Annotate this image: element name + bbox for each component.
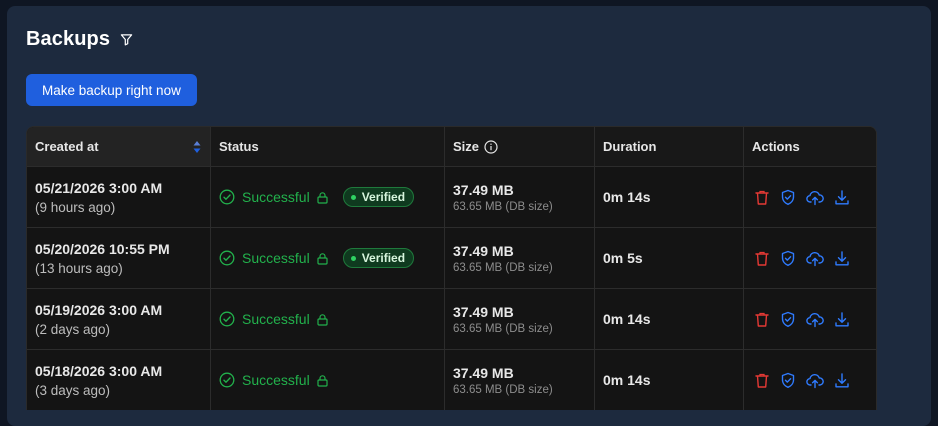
- header-size-label: Size: [453, 139, 480, 154]
- backup-date: 05/20/2026 10:55 PM: [35, 240, 170, 257]
- table-header: Created at Status Size Duration Actions: [27, 127, 876, 166]
- verified-dot: [350, 194, 356, 200]
- actions-cell: [744, 167, 876, 227]
- db-size: 63.65 MB (DB size): [453, 261, 553, 274]
- duration-cell: 0m 5s: [595, 228, 744, 288]
- delete-icon[interactable]: [754, 250, 770, 267]
- download-icon[interactable]: [834, 372, 850, 389]
- verified-label: Verified: [361, 251, 406, 265]
- table-row: 05/18/2026 3:00 AM (3 days ago) Successf…: [27, 349, 876, 410]
- created-at-cell: 05/18/2026 3:00 AM (3 days ago): [27, 350, 211, 410]
- duration-cell: 0m 14s: [595, 350, 744, 410]
- backup-duration: 0m 14s: [603, 372, 651, 388]
- lock-icon: [316, 252, 329, 265]
- table-row: 05/20/2026 10:55 PM (13 hours ago) Succe…: [27, 227, 876, 288]
- check-circle-icon: [219, 189, 235, 205]
- delete-icon[interactable]: [754, 311, 770, 328]
- backup-duration: 0m 14s: [603, 311, 651, 327]
- duration-cell: 0m 14s: [595, 167, 744, 227]
- created-at-cell: 05/20/2026 10:55 PM (13 hours ago): [27, 228, 211, 288]
- backup-relative-time: (13 hours ago): [35, 260, 123, 276]
- size-cell: 37.49 MB 63.65 MB (DB size): [445, 228, 595, 288]
- backup-size: 37.49 MB: [453, 242, 514, 259]
- check-circle-icon: [219, 372, 235, 388]
- backup-date: 05/21/2026 3:00 AM: [35, 179, 163, 196]
- verified-badge: Verified: [342, 187, 415, 207]
- cloud-upload-icon[interactable]: [806, 372, 824, 389]
- header-actions: Actions: [752, 139, 800, 154]
- backup-size: 37.49 MB: [453, 181, 514, 198]
- backup-relative-time: (3 days ago): [35, 382, 111, 398]
- backup-relative-time: (9 hours ago): [35, 199, 116, 215]
- check-circle-icon: [219, 250, 235, 266]
- backup-date: 05/18/2026 3:00 AM: [35, 362, 163, 379]
- verified-label: Verified: [361, 190, 406, 204]
- duration-cell: 0m 14s: [595, 289, 744, 349]
- backup-size: 37.49 MB: [453, 303, 514, 320]
- status-text: Successful: [242, 189, 310, 205]
- verified-badge: Verified: [342, 248, 415, 268]
- header-status: Status: [211, 127, 445, 166]
- lock-icon: [316, 313, 329, 326]
- db-size: 63.65 MB (DB size): [453, 200, 553, 213]
- backup-relative-time: (2 days ago): [35, 321, 111, 337]
- table-row: 05/19/2026 3:00 AM (2 days ago) Successf…: [27, 288, 876, 349]
- backups-panel: Backups Make backup right now Created at…: [7, 6, 931, 426]
- status-cell: Successful: [211, 350, 445, 410]
- info-icon[interactable]: [484, 139, 498, 154]
- shield-check-icon[interactable]: [780, 250, 796, 267]
- header-created-at[interactable]: Created at: [27, 127, 211, 166]
- status-cell: Successful Verified: [211, 228, 445, 288]
- filter-icon[interactable]: [120, 33, 134, 47]
- table-row: 05/21/2026 3:00 AM (9 hours ago) Success…: [27, 166, 876, 227]
- db-size: 63.65 MB (DB size): [453, 383, 553, 396]
- delete-icon[interactable]: [754, 189, 770, 206]
- download-icon[interactable]: [834, 250, 850, 267]
- actions-cell: [744, 350, 876, 410]
- header-size: Size: [445, 127, 595, 166]
- status-cell: Successful Verified: [211, 167, 445, 227]
- backup-duration: 0m 5s: [603, 250, 643, 266]
- check-circle-icon: [219, 311, 235, 327]
- size-cell: 37.49 MB 63.65 MB (DB size): [445, 167, 595, 227]
- actions-cell: [744, 289, 876, 349]
- size-cell: 37.49 MB 63.65 MB (DB size): [445, 350, 595, 410]
- status-text: Successful: [242, 372, 310, 388]
- actions-cell: [744, 228, 876, 288]
- cloud-upload-icon[interactable]: [806, 311, 824, 328]
- sort-icon[interactable]: [193, 140, 201, 154]
- header-created-at-label: Created at: [35, 139, 99, 154]
- status-cell: Successful: [211, 289, 445, 349]
- created-at-cell: 05/21/2026 3:00 AM (9 hours ago): [27, 167, 211, 227]
- backup-duration: 0m 14s: [603, 189, 651, 205]
- shield-check-icon[interactable]: [780, 311, 796, 328]
- lock-icon: [316, 191, 329, 204]
- verified-dot: [350, 255, 356, 261]
- download-icon[interactable]: [834, 189, 850, 206]
- page-title: Backups: [26, 28, 111, 50]
- backup-size: 37.49 MB: [453, 364, 514, 381]
- backup-date: 05/19/2026 3:00 AM: [35, 301, 163, 318]
- created-at-cell: 05/19/2026 3:00 AM (2 days ago): [27, 289, 211, 349]
- lock-icon: [316, 374, 329, 387]
- download-icon[interactable]: [834, 311, 850, 328]
- backups-table: Created at Status Size Duration Actions …: [26, 126, 877, 410]
- cloud-upload-icon[interactable]: [806, 189, 824, 206]
- db-size: 63.65 MB (DB size): [453, 322, 553, 335]
- title-row: Backups: [26, 28, 134, 51]
- cloud-upload-icon[interactable]: [806, 250, 824, 267]
- header-duration: Duration: [595, 127, 744, 166]
- shield-check-icon[interactable]: [780, 189, 796, 206]
- size-cell: 37.49 MB 63.65 MB (DB size): [445, 289, 595, 349]
- shield-check-icon[interactable]: [780, 372, 796, 389]
- make-backup-button[interactable]: Make backup right now: [26, 74, 197, 106]
- status-text: Successful: [242, 250, 310, 266]
- status-text: Successful: [242, 311, 310, 327]
- delete-icon[interactable]: [754, 372, 770, 389]
